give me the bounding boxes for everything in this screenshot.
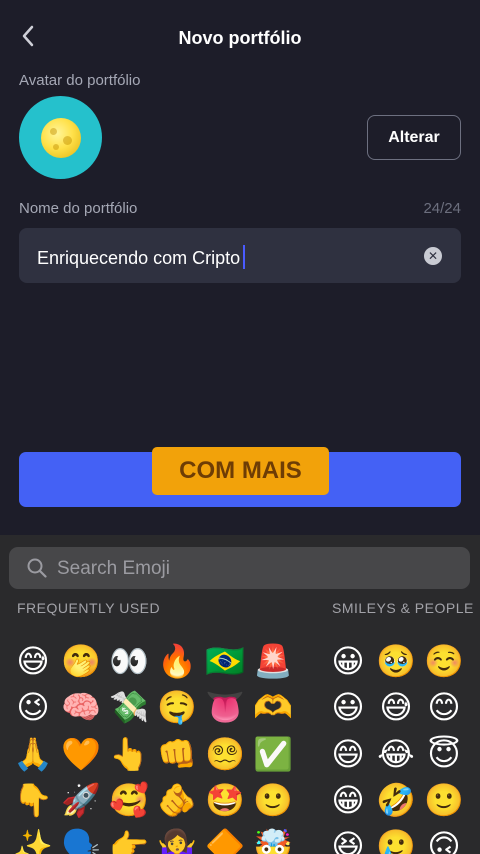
emoji-key[interactable]: ✨ xyxy=(13,826,53,854)
name-label: Nome do portfólio xyxy=(19,200,138,217)
header: Novo portfólio xyxy=(0,0,480,76)
emoji-key[interactable]: 🤷‍♀️ xyxy=(157,826,197,854)
emoji-key[interactable]: 🚀 xyxy=(61,780,101,820)
emoji-key[interactable]: 🙂 xyxy=(424,780,464,820)
emoji-key[interactable]: 😃 xyxy=(328,687,368,727)
emoji-keyboard: Search Emoji FREQUENTLY USED SMILEYS & P… xyxy=(0,535,480,854)
emoji-key[interactable]: 🫶 xyxy=(253,687,293,727)
emoji-key[interactable]: 💸 xyxy=(109,687,149,727)
emoji-key[interactable]: 😄 xyxy=(328,734,368,774)
emoji-key[interactable]: 🥰 xyxy=(109,780,149,820)
avatar[interactable] xyxy=(19,96,102,179)
emoji-key[interactable]: 🔥 xyxy=(157,641,197,681)
portfolio-name-text: Enriquecendo com Cripto xyxy=(37,248,241,268)
emoji-key[interactable]: 🤩 xyxy=(205,780,245,820)
emoji-key[interactable]: 🫵 xyxy=(157,780,197,820)
avatar-label: Avatar do portfólio xyxy=(19,72,141,89)
text-caret xyxy=(243,245,246,269)
clear-icon[interactable]: ✕ xyxy=(424,247,442,265)
emoji-key[interactable]: 😆 xyxy=(328,826,368,854)
emoji-key[interactable]: 🤯 xyxy=(253,826,293,854)
emoji-key[interactable]: 😁 xyxy=(328,780,368,820)
emoji-key[interactable]: 🇧🇷 xyxy=(205,641,245,681)
emoji-key[interactable]: 🤤 xyxy=(157,687,197,727)
change-avatar-button[interactable]: Alterar xyxy=(367,115,461,160)
emoji-key[interactable]: 👆 xyxy=(109,734,149,774)
emoji-key[interactable]: 😅 xyxy=(13,641,53,681)
emoji-key[interactable]: 🙃 xyxy=(424,826,464,854)
emoji-key[interactable]: 👉 xyxy=(109,826,149,854)
character-counter: 24/24 xyxy=(423,200,461,217)
emoji-key[interactable]: ✅ xyxy=(253,734,293,774)
overlay-banner: COM MAIS xyxy=(152,447,329,495)
emoji-key[interactable]: 🤣 xyxy=(376,780,416,820)
emoji-key[interactable]: 🔶 xyxy=(205,826,245,854)
emoji-key[interactable]: 🧡 xyxy=(61,734,101,774)
emoji-search-input[interactable]: Search Emoji xyxy=(9,547,470,589)
emoji-key[interactable]: 😊 xyxy=(424,687,464,727)
search-icon xyxy=(27,558,47,578)
emoji-key[interactable]: 😂 xyxy=(376,734,416,774)
emoji-key[interactable]: 🧠 xyxy=(61,687,101,727)
emoji-key[interactable]: 🙂 xyxy=(253,780,293,820)
moon-icon xyxy=(40,117,81,158)
portfolio-name-value: Enriquecendo com Cripto xyxy=(37,245,246,269)
section-smileys-people: SMILEYS & PEOPLE xyxy=(332,600,474,616)
section-frequently-used: FREQUENTLY USED xyxy=(17,600,161,616)
emoji-key[interactable]: 😅 xyxy=(376,687,416,727)
page-title: Novo portfólio xyxy=(178,28,302,48)
emoji-key[interactable]: 🚨 xyxy=(253,641,293,681)
emoji-search-placeholder: Search Emoji xyxy=(57,558,170,579)
emoji-key[interactable]: 👊 xyxy=(157,734,197,774)
emoji-key[interactable]: 👀 xyxy=(109,641,149,681)
emoji-key[interactable]: 🥹 xyxy=(376,641,416,681)
emoji-key[interactable]: 🗣️ xyxy=(61,826,101,854)
emoji-key[interactable]: 👅 xyxy=(205,687,245,727)
emoji-key[interactable]: 🤭 xyxy=(61,641,101,681)
emoji-key[interactable]: 🥲 xyxy=(376,826,416,854)
emoji-key[interactable]: ☺️ xyxy=(424,641,464,681)
emoji-key[interactable]: 🙏 xyxy=(13,734,53,774)
emoji-key[interactable]: 😀 xyxy=(328,641,368,681)
emoji-key[interactable]: 😵‍💫 xyxy=(205,734,245,774)
emoji-key[interactable]: 😇 xyxy=(424,734,464,774)
emoji-key[interactable]: 😉 xyxy=(13,687,53,727)
emoji-key[interactable]: 👇 xyxy=(13,780,53,820)
portfolio-name-field[interactable]: Enriquecendo com Cripto ✕ xyxy=(19,228,461,283)
